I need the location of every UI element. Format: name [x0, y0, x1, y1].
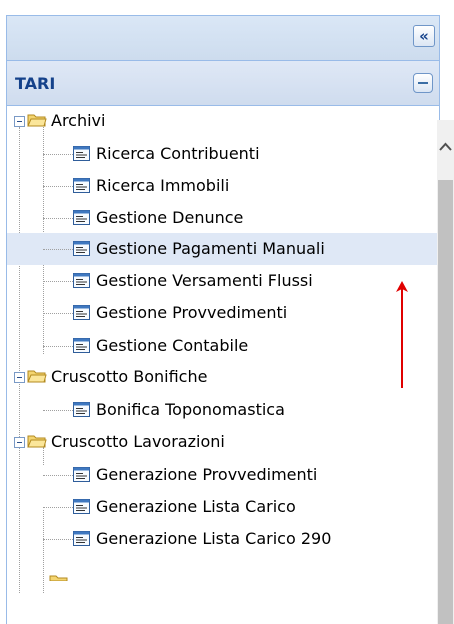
- tree-item-bonifica-toponomastica[interactable]: Bonifica Toponomastica: [7, 394, 439, 426]
- tree-folder-label: Archivi: [51, 111, 106, 130]
- folder-open-icon: [27, 435, 47, 448]
- document-icon: [73, 467, 90, 482]
- tree-connector-line: [43, 507, 73, 508]
- tree-folder-archivi[interactable]: Archivi: [7, 105, 439, 137]
- document-icon: [73, 305, 90, 320]
- tree-item-label: Gestione Versamenti Flussi: [96, 271, 313, 290]
- collapse-section-button[interactable]: [413, 73, 433, 93]
- tree-item-label: Bonifica Toponomastica: [96, 400, 285, 419]
- document-icon: [73, 241, 90, 256]
- tree-connector-line: [43, 218, 73, 219]
- document-icon: [73, 402, 90, 417]
- tree-connector-line: [43, 154, 73, 155]
- navigation-panel: « TARI Archivi Ricerca Contribuenti Rice…: [6, 15, 440, 624]
- folder-open-icon: [27, 114, 47, 127]
- section-title: TARI: [15, 73, 56, 93]
- document-icon: [73, 146, 90, 161]
- tree-connector-line: [43, 313, 73, 314]
- document-icon: [73, 210, 90, 225]
- tree-connector-line: [43, 186, 73, 187]
- tree-item-ricerca-immobili[interactable]: Ricerca Immobili: [7, 170, 439, 202]
- scroll-up-arrow-icon[interactable]: [437, 137, 454, 157]
- tree-item-label: Gestione Provvedimenti: [96, 303, 288, 322]
- collapse-toggle-icon[interactable]: [14, 372, 25, 383]
- tree-item-label: Gestione Denunce: [96, 208, 244, 227]
- tree-item-generazione-lista-carico[interactable]: Generazione Lista Carico: [7, 491, 439, 523]
- tree-connector-line: [43, 410, 73, 411]
- scrollbar-thumb[interactable]: [438, 180, 453, 624]
- tree-item-label: Gestione Pagamenti Manuali: [96, 239, 325, 258]
- document-icon: [73, 273, 90, 288]
- panel-toolbar: «: [7, 16, 439, 61]
- menu-tree: Archivi Ricerca Contribuenti Ricerca Imm…: [7, 105, 439, 624]
- collapse-toggle-icon[interactable]: [14, 437, 25, 448]
- tree-folder-label: Cruscotto Bonifiche: [51, 367, 208, 386]
- annotation-arrow-icon: [396, 281, 408, 388]
- tree-item-gestione-denunce[interactable]: Gestione Denunce: [7, 202, 439, 234]
- tree-connector-line: [43, 539, 73, 540]
- document-icon: [73, 338, 90, 353]
- tree-item-label: Gestione Contabile: [96, 336, 249, 355]
- tree-item-gestione-contabile[interactable]: Gestione Contabile: [7, 330, 439, 362]
- tree-item-generazione-lista-carico-290[interactable]: Generazione Lista Carico 290: [7, 523, 439, 555]
- tree-connector-line: [43, 346, 73, 347]
- folder-open-icon: [27, 370, 47, 383]
- tree-item-generazione-provvedimenti[interactable]: Generazione Provvedimenti: [7, 459, 439, 491]
- tree-folder-cruscotto-bonifiche[interactable]: Cruscotto Bonifiche: [7, 361, 439, 393]
- document-icon: [73, 178, 90, 193]
- collapse-panel-button[interactable]: «: [413, 25, 435, 47]
- tree-item-gestione-provvedimenti[interactable]: Gestione Provvedimenti: [7, 297, 439, 329]
- tree-item-ricerca-contribuenti[interactable]: Ricerca Contribuenti: [7, 138, 439, 170]
- tree-item-label: Ricerca Immobili: [96, 176, 230, 195]
- tree-item-gestione-versamenti-flussi[interactable]: Gestione Versamenti Flussi: [7, 265, 439, 297]
- tree-item-label: Generazione Provvedimenti: [96, 465, 318, 484]
- document-icon: [73, 499, 90, 514]
- folder-icon: [49, 575, 68, 581]
- tari-section-header[interactable]: TARI: [7, 61, 439, 106]
- tree-item-gestione-pagamenti-manuali[interactable]: Gestione Pagamenti Manuali: [7, 233, 439, 265]
- tree-connector-line: [43, 281, 73, 282]
- tree-item-label: Ricerca Contribuenti: [96, 144, 260, 163]
- tree-folder-cruscotto-lavorazioni[interactable]: Cruscotto Lavorazioni: [7, 426, 439, 458]
- tree-connector-line: [43, 475, 73, 476]
- tree-connector-line: [43, 249, 73, 250]
- tree-item-label: Generazione Lista Carico: [96, 497, 296, 516]
- collapse-toggle-icon[interactable]: [14, 116, 25, 127]
- document-icon: [73, 531, 90, 546]
- tree-folder-label: Cruscotto Lavorazioni: [51, 432, 225, 451]
- tree-item-label: Generazione Lista Carico 290: [96, 529, 332, 548]
